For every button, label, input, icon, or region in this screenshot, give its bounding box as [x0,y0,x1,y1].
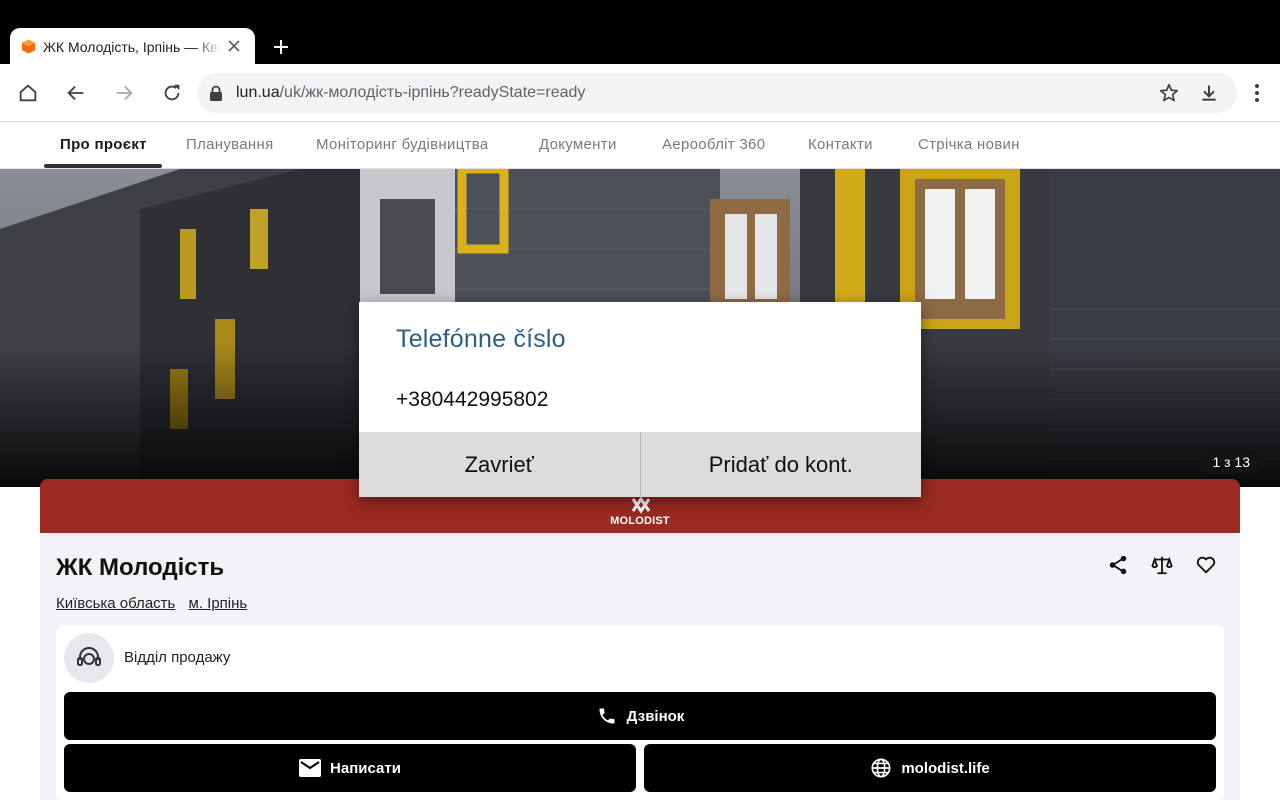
phone-icon [596,705,618,727]
lun-favicon-icon [21,39,36,54]
project-card: ЖК Молодість Київська область м. Ірпінь … [40,533,1240,800]
share-icon[interactable] [1106,553,1130,577]
reload-icon[interactable] [160,81,184,105]
nav-tab-construction[interactable]: Моніторинг будівництва [316,136,489,153]
nav-tab-news[interactable]: Стрічка новин [918,136,1020,153]
favorite-heart-icon[interactable] [1194,553,1218,577]
browser-tab[interactable]: ЖК Молодість, Ірпінь — Квартири в новобу… [10,28,255,65]
write-button-label: Написати [330,759,401,777]
active-tab-indicator [44,164,162,168]
forward-arrow-icon[interactable] [112,81,136,105]
project-nav: Про проєкт Планування Моніторинг будівни… [0,122,1280,169]
website-button[interactable]: molodist.life [644,744,1216,792]
new-tab-plus-icon[interactable] [270,36,292,58]
tab-close-icon[interactable] [226,38,242,54]
mail-icon [299,757,322,779]
tab-title: ЖК Молодість, Ірпінь — Квартири в новобу… [43,38,221,55]
dialog-phone-number: +380442995802 [396,388,549,411]
nav-tab-about[interactable]: Про проєкт [60,136,147,153]
dialog-close-button[interactable]: Zavrieť [359,432,640,497]
nav-tab-layouts[interactable]: Планування [186,136,274,153]
website-button-label: molodist.life [901,759,990,777]
dialog-add-contact-button[interactable]: Pridať do kont. [641,432,922,497]
write-button[interactable]: Написати [64,744,636,792]
globe-icon [870,757,892,779]
browser-tab-strip: ЖК Молодість, Ірпінь — Квартири в новобу… [0,0,1280,65]
bookmark-star-icon[interactable] [1158,82,1180,104]
back-arrow-icon[interactable] [64,81,88,105]
city-link[interactable]: м. Ірпінь [189,595,248,612]
location-breadcrumb: Київська область м. Ірпінь [56,595,256,612]
gallery-counter: 1 з 13 [1198,449,1264,475]
nav-tab-contacts[interactable]: Контакти [808,136,873,153]
address-bar[interactable]: lun.ua/uk/жк-молодість-ірпінь?readyState… [197,73,1237,113]
region-link[interactable]: Київська область [56,595,175,612]
compare-scales-icon[interactable] [1150,553,1174,577]
lock-icon[interactable] [209,85,223,101]
browser-menu-icon[interactable] [1245,81,1269,105]
phone-number-dialog: Telefónne číslo +380442995802 Zavrieť Pr… [359,302,921,497]
dialog-button-bar: Zavrieť Pridať do kont. [359,432,921,497]
nav-tab-aerial[interactable]: Аерообліт 360 [662,136,765,153]
support-agent-icon [64,633,114,683]
home-icon[interactable] [16,81,40,105]
nav-tab-documents[interactable]: Документи [539,136,617,153]
call-button[interactable]: Дзвінок [64,692,1216,740]
brand-logo-text: MOLODIST [610,515,670,527]
url-text[interactable]: lun.ua/uk/жк-молодість-ірпінь?readyState… [236,84,585,102]
sales-department-panel: Відділ продажу Дзвінок Написати molodist… [56,625,1224,800]
sales-department-label: Відділ продажу [124,649,231,666]
download-icon[interactable] [1198,82,1220,104]
project-title: ЖК Молодість [56,554,225,581]
browser-toolbar: lun.ua/uk/жк-молодість-ірпінь?readyState… [0,64,1280,122]
call-button-label: Дзвінок [626,707,685,725]
dialog-title: Telefónne číslo [396,325,566,353]
